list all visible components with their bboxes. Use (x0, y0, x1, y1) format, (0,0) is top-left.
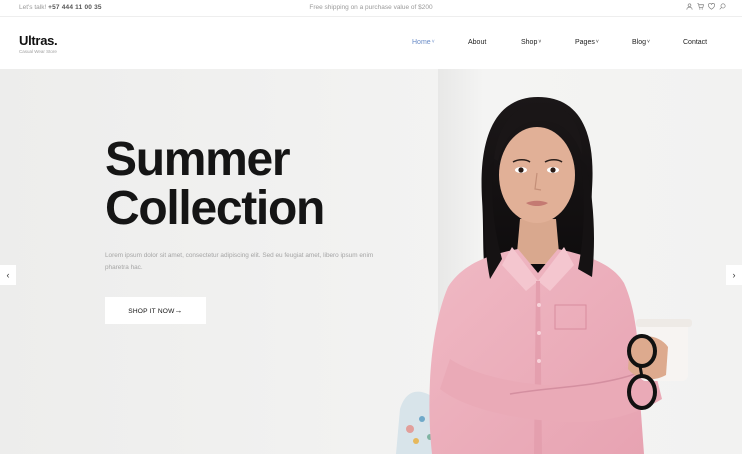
nav-about[interactable]: About (468, 39, 486, 46)
nav-pages-label: Pages (575, 39, 595, 46)
hero-slider: Summer Collection Lorem ipsum dolor sit … (0, 69, 742, 454)
site-tagline: Casual Wear Store (19, 49, 57, 54)
arrow-right-icon: → (174, 306, 183, 315)
chevron-left-icon: ‹ (6, 270, 10, 280)
top-bar: Let's talk! +57 444 11 00 35 Free shippi… (0, 0, 742, 17)
hero-title-line2: Collection (105, 182, 325, 235)
chevron-right-icon: › (732, 270, 736, 280)
chevron-down-icon: ˅ (595, 39, 599, 45)
nav-home-label: Home (412, 39, 431, 46)
heart-icon[interactable] (708, 3, 715, 10)
chevron-down-icon: ˅ (538, 39, 542, 45)
site-header: Ultras. Casual Wear Store Home˅ About Sh… (0, 17, 742, 69)
prev-slide-button[interactable]: ‹ (0, 265, 16, 285)
site-logo[interactable]: Ultras. (19, 33, 58, 48)
shop-now-label: SHOP IT NOW (128, 308, 175, 315)
next-slide-button[interactable]: › (726, 265, 742, 285)
shop-now-button[interactable]: SHOP IT NOW→ (105, 297, 206, 324)
nav-about-label: About (468, 39, 487, 46)
nav-home[interactable]: Home˅ (412, 39, 435, 46)
chevron-down-icon: ˅ (431, 39, 435, 45)
search-icon[interactable] (719, 3, 726, 10)
topbar-icons (686, 3, 726, 10)
nav-pages[interactable]: Pages˅ (575, 39, 599, 46)
hero-description: Lorem ipsum dolor sit amet, consectetur … (105, 252, 374, 271)
nav-blog[interactable]: Blog˅ (632, 39, 650, 46)
chevron-down-icon: ˅ (647, 39, 650, 45)
nav-contact[interactable]: Contact (683, 39, 707, 46)
cart-icon[interactable] (697, 3, 704, 10)
nav-blog-label: Blog (632, 39, 647, 46)
nav-shop-label: Shop (521, 39, 538, 46)
hero-title: Summer Collection (105, 133, 325, 235)
model-photo (396, 97, 692, 454)
nav-contact-label: Contact (683, 39, 708, 46)
hero-title-line1: Summer (105, 133, 291, 186)
shipping-promo: Free shipping on a purchase value of $20… (309, 4, 433, 11)
user-icon[interactable] (686, 3, 693, 10)
nav-shop[interactable]: Shop˅ (521, 39, 541, 46)
